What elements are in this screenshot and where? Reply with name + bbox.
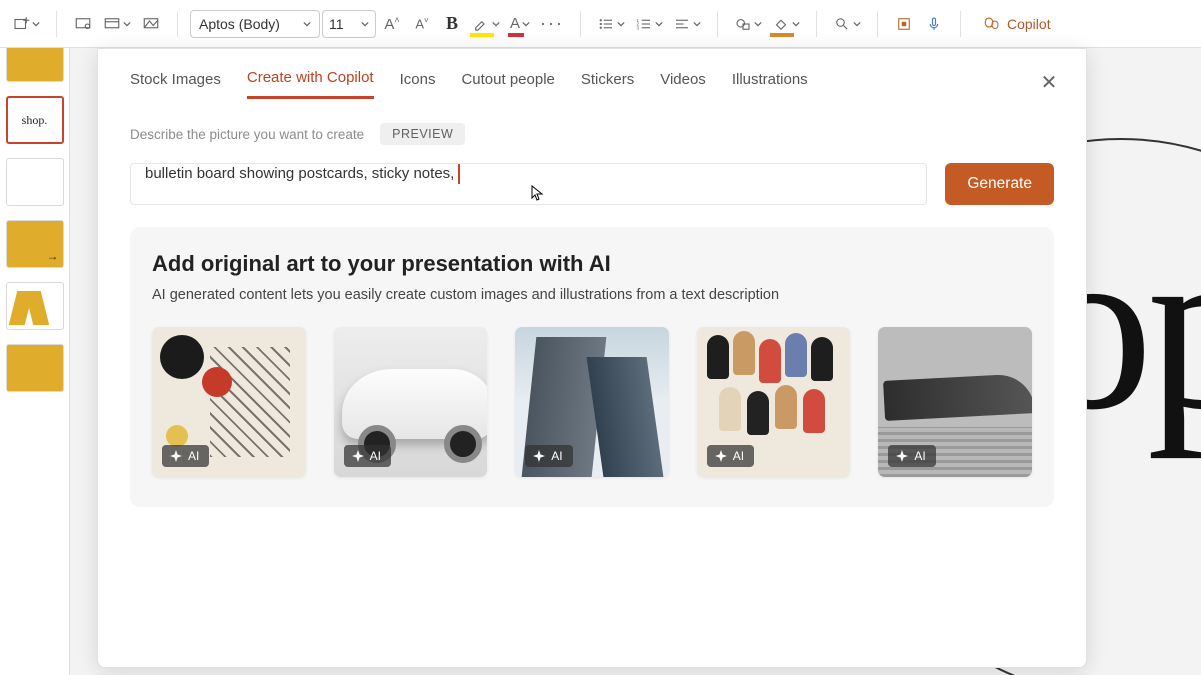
slideshow-preview-button[interactable] [69, 10, 97, 38]
slide-thumbnail-2[interactable]: shop. [6, 96, 64, 144]
tile-decoration [444, 425, 482, 463]
ai-badge: AI [162, 445, 209, 467]
tab-icons[interactable]: Icons [400, 71, 436, 98]
tile-decoration [707, 335, 729, 379]
numbering-button[interactable]: 123 [631, 10, 667, 38]
slide-thumbnail-3[interactable] [6, 158, 64, 206]
tab-stock-images[interactable]: Stock Images [130, 71, 221, 98]
separator [877, 11, 878, 37]
find-button[interactable] [829, 10, 865, 38]
ai-sample-tile[interactable]: AI [697, 327, 851, 477]
tile-decoration [719, 387, 741, 431]
tile-decoration [803, 389, 825, 433]
tile-decoration [811, 337, 833, 381]
separator [56, 11, 57, 37]
ai-sample-tile[interactable]: AI [152, 327, 306, 477]
tab-stickers[interactable]: Stickers [581, 71, 634, 98]
tab-illustrations[interactable]: Illustrations [732, 71, 808, 98]
tab-cutout-people[interactable]: Cutout people [461, 71, 554, 98]
ai-sample-tile[interactable]: AI [515, 327, 669, 477]
ribbon-group-slide [8, 10, 44, 38]
increase-font-button[interactable]: A˄ [378, 10, 406, 38]
image-picker-dialog: Stock Images Create with Copilot Icons C… [97, 48, 1087, 668]
bullets-button[interactable] [593, 10, 629, 38]
ai-samples-row: AI AI AI [152, 327, 1032, 477]
shape-fill-button[interactable] [768, 10, 804, 38]
slide-thumbnail-4[interactable] [6, 220, 64, 268]
ai-badge: AI [707, 445, 754, 467]
tile-decoration [747, 391, 769, 435]
tile-decoration [733, 331, 755, 375]
font-size-select[interactable]: 11 [322, 10, 376, 38]
addins-button[interactable] [890, 10, 918, 38]
tab-videos[interactable]: Videos [660, 71, 706, 98]
ribbon-group-find [829, 10, 865, 38]
prompt-input-row: bulletin board showing postcards, sticky… [98, 145, 1086, 205]
copilot-label: Copilot [1007, 16, 1051, 32]
font-size-text: 11 [329, 16, 344, 32]
prompt-input-text: bulletin board showing postcards, sticky… [145, 165, 454, 182]
workspace: shop. op Stock Images Create with Copilo… [0, 48, 1201, 675]
ribbon-group-paragraph: 123 [593, 10, 705, 38]
mouse-cursor-icon [530, 185, 546, 205]
designer-button[interactable] [137, 10, 165, 38]
separator [816, 11, 817, 37]
more-font-button[interactable]: ··· [536, 10, 568, 38]
bold-button[interactable]: B [438, 10, 466, 38]
ai-badge: AI [344, 445, 391, 467]
align-button[interactable] [669, 10, 705, 38]
tile-decoration [883, 373, 1032, 421]
decrease-font-button[interactable]: A˅ [408, 10, 436, 38]
layout-button[interactable] [99, 10, 135, 38]
preview-chip: PREVIEW [380, 123, 465, 145]
tile-decoration [759, 339, 781, 383]
ribbon-group-addins [890, 10, 948, 38]
prompt-input[interactable]: bulletin board showing postcards, sticky… [130, 163, 927, 205]
separator [580, 11, 581, 37]
separator [960, 11, 961, 37]
dictate-button[interactable] [920, 10, 948, 38]
slide-thumbnail-5[interactable] [6, 282, 64, 330]
dialog-close-button[interactable]: ✕ [1032, 65, 1066, 99]
results-subtitle: AI generated content lets you easily cre… [152, 287, 1032, 303]
font-color-button[interactable]: A [506, 10, 534, 38]
tile-decoration [775, 385, 797, 429]
tile-decoration [166, 425, 188, 447]
font-name-text: Aptos (Body) [199, 16, 280, 32]
ai-sample-tile[interactable]: AI [334, 327, 488, 477]
dialog-tabs: Stock Images Create with Copilot Icons C… [98, 49, 1086, 99]
new-slide-button[interactable] [8, 10, 44, 38]
slide-thumbnail-6[interactable] [6, 344, 64, 392]
ribbon-group-shape [730, 10, 804, 38]
results-title: Add original art to your presentation wi… [152, 251, 1032, 277]
ai-badge: AI [525, 445, 572, 467]
slide-thumbnail-1[interactable] [6, 48, 64, 82]
ribbon-toolbar: Aptos (Body) 11 A˄ A˅ B A ··· 123 Copilo… [0, 0, 1201, 48]
tile-decoration [785, 333, 807, 377]
copilot-button[interactable]: Copilot [973, 11, 1061, 37]
font-name-select[interactable]: Aptos (Body) [190, 10, 320, 38]
thumbnail-panel: shop. [0, 48, 70, 675]
prompt-label: Describe the picture you want to create [130, 127, 364, 142]
tile-decoration [210, 347, 290, 457]
slide-thumb-text: shop. [22, 113, 48, 128]
svg-text:3: 3 [637, 25, 640, 30]
tab-create-with-copilot[interactable]: Create with Copilot [247, 69, 374, 99]
separator [177, 11, 178, 37]
tile-decoration [586, 357, 663, 477]
ai-sample-tile[interactable]: AI [878, 327, 1032, 477]
results-card: Add original art to your presentation wi… [130, 227, 1054, 507]
ai-badge: AI [888, 445, 935, 467]
highlight-button[interactable] [468, 10, 504, 38]
text-caret [458, 164, 460, 184]
ribbon-group-view [69, 10, 165, 38]
prompt-header-row: Describe the picture you want to create … [98, 99, 1086, 145]
separator [717, 11, 718, 37]
generate-button[interactable]: Generate [945, 163, 1054, 205]
ribbon-group-font: Aptos (Body) 11 A˄ A˅ B A ··· [190, 10, 568, 38]
shapes-button[interactable] [730, 10, 766, 38]
